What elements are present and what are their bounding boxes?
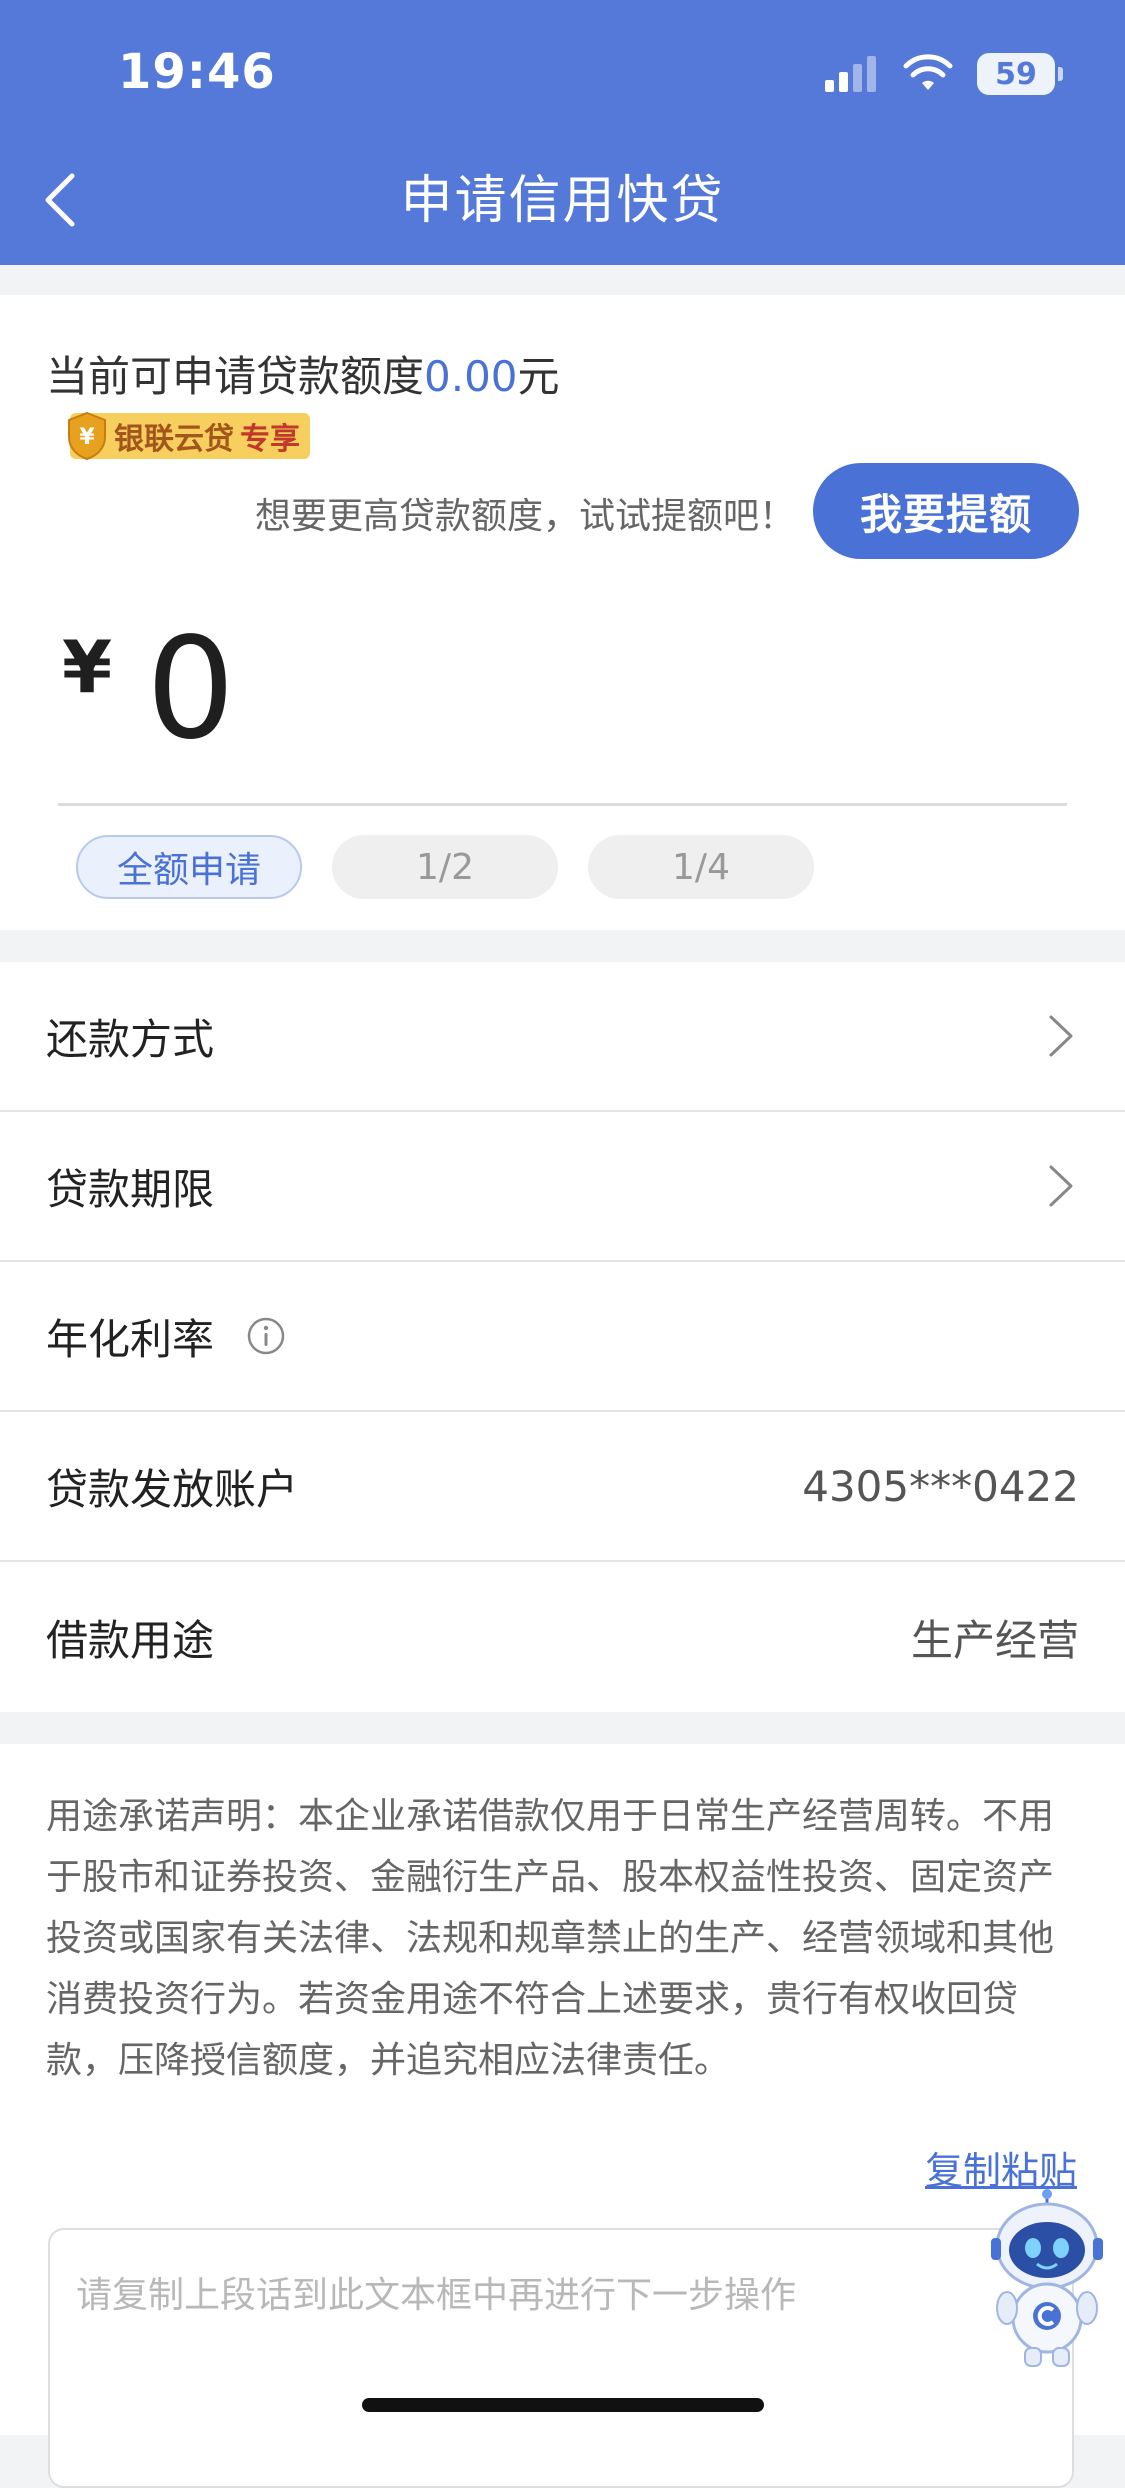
status-icons: 59 (823, 52, 1063, 96)
chip-half[interactable]: 1/2 (332, 835, 558, 899)
annual-rate-label: 年化利率 (46, 1314, 215, 1364)
raise-hint: 想要更高贷款额度，试试提额吧！ (254, 496, 795, 537)
disbursement-account-label: 贷款发放账户 (46, 1464, 299, 1514)
quota-card: 当前可申请贷款额度0.00元 ¥ 银联云贷 专享 想要更高贷款额度，试试提额吧！… (0, 295, 1125, 930)
declaration-text: 用途承诺声明：本企业承诺借款仅用于日常生产经营周转。不用于股市和证券投资、金融衍… (46, 1796, 1055, 2081)
quota-unit: 元 (517, 352, 560, 401)
signal-icon (825, 56, 876, 92)
shield-icon: ¥ (68, 411, 106, 461)
annual-rate-row: 年化利率 (0, 1262, 1125, 1412)
wifi-icon (903, 54, 953, 90)
loan-purpose-label: 借款用途 (46, 1615, 215, 1665)
copy-paste-link[interactable]: 复制粘贴 (925, 2140, 1077, 2195)
raise-limit-button[interactable]: 我要提额 (813, 463, 1079, 559)
quota-prefix: 当前可申请贷款额度 (46, 352, 425, 401)
loan-term-label: 贷款期限 (46, 1164, 215, 1214)
disbursement-account-row[interactable]: 贷款发放账户 4305***0422 (0, 1412, 1125, 1562)
badge-sub-label: 专享 (240, 422, 300, 457)
amount-underline (58, 803, 1067, 806)
status-time: 19:46 (118, 44, 276, 100)
battery-icon: 59 (977, 53, 1063, 95)
chevron-right-icon (1049, 1165, 1073, 1207)
amount-input[interactable]: 0 (146, 620, 235, 760)
chip-quarter[interactable]: 1/4 (588, 835, 814, 899)
badge-main-label: 银联云贷 (114, 422, 234, 457)
app-header: 19:46 59 申请信用快贷 (0, 0, 1125, 265)
repayment-method-row[interactable]: 还款方式 (0, 962, 1125, 1112)
info-icon[interactable] (246, 1316, 286, 1356)
robot-assistant-icon[interactable] (983, 2188, 1111, 2368)
loan-purpose-row[interactable]: 借款用途 生产经营 (0, 1562, 1125, 1712)
unionpay-badge: ¥ 银联云贷 专享 (68, 411, 310, 461)
quota-line: 当前可申请贷款额度0.00元 (46, 343, 560, 404)
declaration-input[interactable]: 请复制上段话到此文本框中再进行下一步操作 (48, 2228, 1074, 2488)
svg-text:¥: ¥ (79, 425, 95, 450)
disbursement-account-value: 4305***0422 (802, 1461, 1079, 1511)
quota-amount: 0.00 (424, 352, 518, 401)
loan-term-row[interactable]: 贷款期限 (0, 1112, 1125, 1262)
currency-symbol: ¥ (62, 625, 113, 709)
chip-full-amount[interactable]: 全额申请 (76, 835, 302, 899)
chevron-right-icon (1049, 1015, 1073, 1057)
loan-purpose-value: 生产经营 (910, 1615, 1079, 1665)
declaration-card: 用途承诺声明：本企业承诺借款仅用于日常生产经营周转。不用于股市和证券投资、金融衍… (0, 1744, 1125, 2488)
loan-form: 还款方式 贷款期限 年化利率 贷款发放账户 4305***0422 借款用途 生… (0, 962, 1125, 1712)
repayment-method-label: 还款方式 (46, 1014, 215, 1064)
home-indicator (362, 2398, 764, 2412)
amount-chips: 全额申请 1/2 1/4 (76, 835, 814, 899)
page-title: 申请信用快贷 (400, 171, 725, 231)
